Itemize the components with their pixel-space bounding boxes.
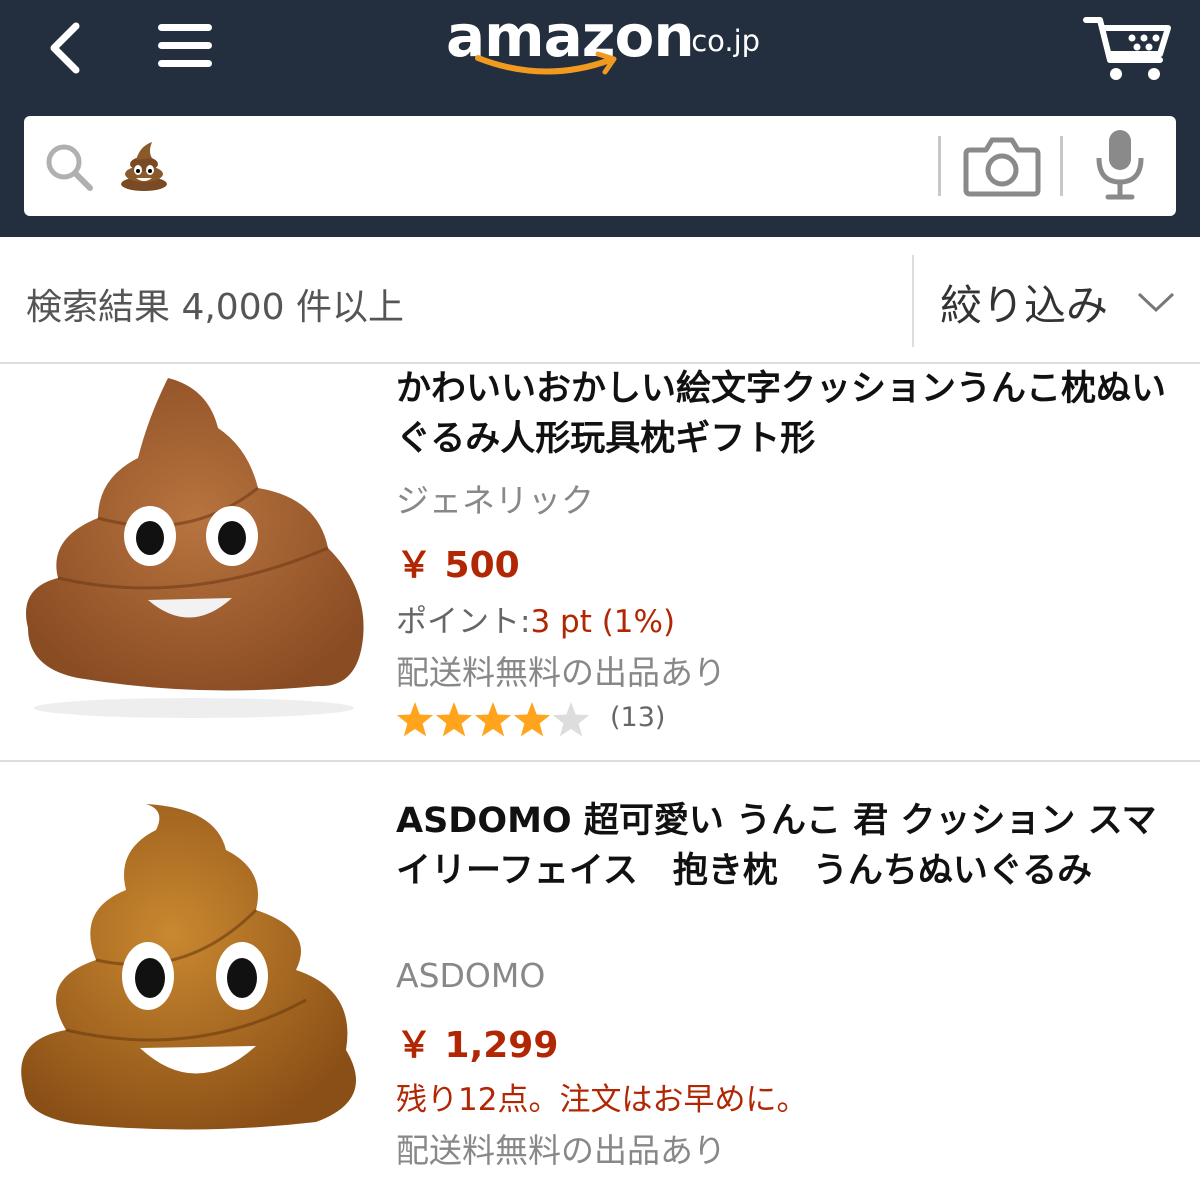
shipping-info: 配送料無料の出品あり: [396, 653, 726, 692]
search-divider: [1060, 136, 1063, 196]
points-value: 3 pt (1%): [530, 604, 676, 640]
item-divider: [0, 760, 1200, 762]
product-brand: ASDOMO: [396, 956, 546, 995]
star-rating[interactable]: [396, 700, 596, 740]
review-count[interactable]: (13): [610, 702, 665, 733]
hamburger-icon: [158, 24, 212, 67]
product-brand: ジェネリック: [396, 481, 594, 520]
logo-domain: .co.jp: [682, 24, 761, 58]
search-divider: [938, 136, 941, 196]
stock-warning: 残り12点。注文はお早めに。: [396, 1082, 808, 1118]
cart-icon: [1083, 17, 1171, 80]
star-filled-icon: [513, 702, 551, 737]
chevron-left-icon: [50, 22, 80, 74]
menu-button[interactable]: [152, 16, 218, 76]
star-filled-icon: [396, 702, 434, 737]
filter-button[interactable]: 絞り込み: [940, 272, 1175, 333]
search-icon: [46, 144, 93, 191]
camera-search-button[interactable]: [962, 134, 1042, 200]
filter-divider: [912, 255, 914, 347]
poop-emoji-icon: [121, 142, 167, 191]
filter-label: 絞り込み: [940, 281, 1109, 330]
back-button[interactable]: [40, 18, 100, 78]
product-price: ￥ 1,299: [396, 1025, 559, 1066]
star-filled-icon: [435, 702, 473, 737]
product-price: ￥ 500: [396, 545, 520, 586]
cart-button[interactable]: [1082, 14, 1174, 84]
star-filled-icon: [474, 702, 512, 737]
amazon-logo[interactable]: amazon .co.jp: [446, 2, 776, 92]
result-count: 検索結果 4,000 件以上: [26, 287, 404, 328]
chevron-down-icon: [1137, 292, 1175, 313]
search-query-poop-emoji[interactable]: [118, 140, 170, 192]
camera-icon: [963, 137, 1041, 197]
star-empty-icon: [552, 702, 590, 737]
voice-search-button[interactable]: [1092, 128, 1148, 202]
product-image[interactable]: [16, 800, 372, 1140]
product-points: ポイント:3 pt (1%): [396, 596, 675, 641]
points-label: ポイント:: [396, 604, 531, 640]
product-title[interactable]: かわいいおかしい絵文字クッションうんこ枕ぬいぐるみ人形玩具枕ギフト形: [396, 364, 1176, 464]
shipping-info: 配送料無料の出品あり: [396, 1131, 726, 1170]
product-title[interactable]: ASDOMO 超可愛い うんこ 君 クッション スマイリーフェイス 抱き枕 うん…: [396, 796, 1176, 896]
microphone-icon: [1096, 130, 1144, 200]
smile-arrow-icon: [475, 51, 617, 75]
product-image[interactable]: [18, 368, 370, 730]
